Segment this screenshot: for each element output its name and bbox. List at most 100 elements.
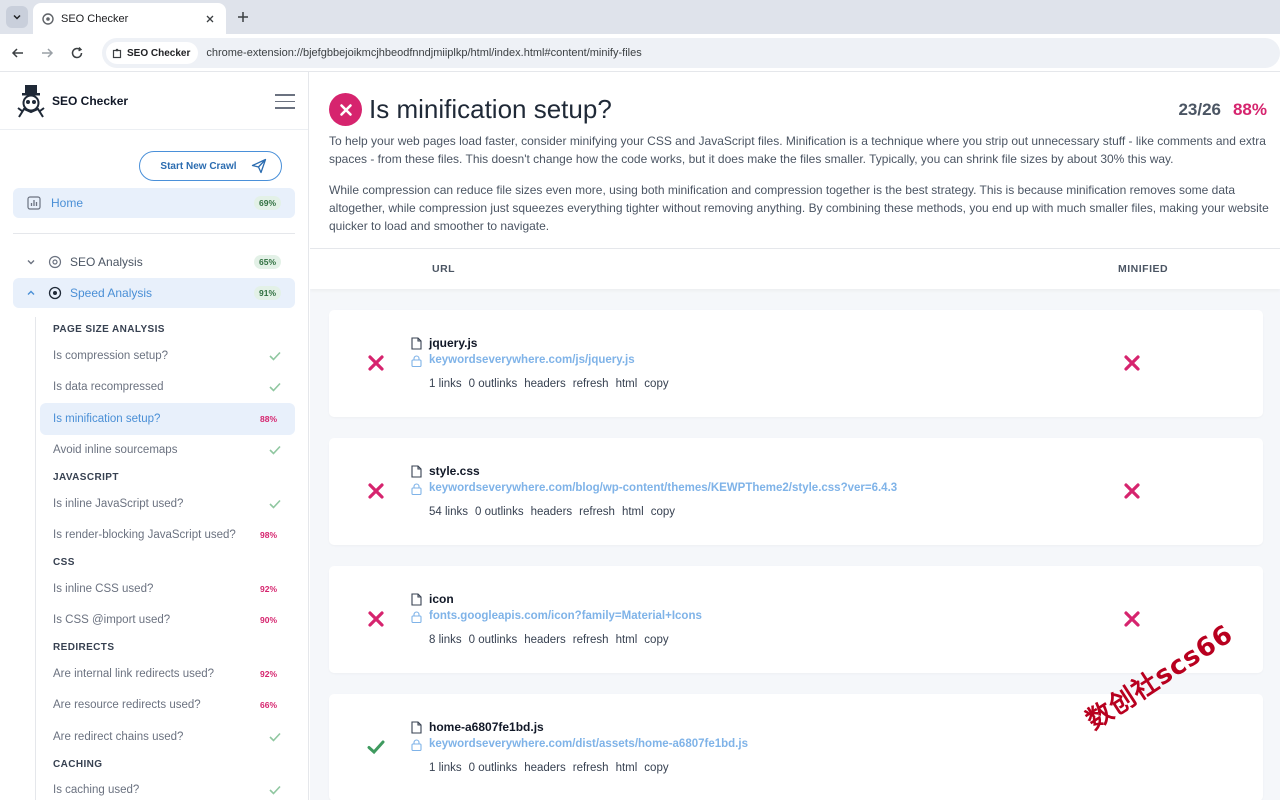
html-link[interactable]: html — [616, 634, 638, 646]
score-count: 23/26 — [1178, 100, 1221, 119]
sidebar-item-resource-redirects[interactable]: Are resource redirects used? 66% — [40, 690, 295, 722]
file-name: home-a6807fe1bd.js — [429, 720, 544, 734]
links-count[interactable]: 1 links — [429, 762, 462, 774]
description-paragraph: While compression can reduce file sizes … — [329, 183, 1269, 233]
sidebar-item-internal-redirects[interactable]: Are internal link redirects used? 92% — [40, 658, 295, 690]
sidebar-item-redirect-chains[interactable]: Are redirect chains used? — [40, 721, 295, 753]
browser-tab[interactable]: SEO Checker — [33, 3, 226, 34]
score-badge: 91% — [253, 286, 281, 300]
html-link[interactable]: html — [616, 762, 638, 774]
file-name: style.css — [429, 464, 480, 478]
file-name: jquery.js — [429, 336, 478, 350]
score-percent: 88% — [1232, 100, 1267, 119]
outlinks-count[interactable]: 0 outlinks — [469, 762, 518, 774]
check-icon — [269, 383, 281, 392]
score-badge: 65% — [253, 255, 281, 269]
logo-icon — [17, 84, 45, 118]
back-button[interactable] — [9, 44, 27, 62]
start-new-crawl-label: Start New Crawl — [160, 160, 237, 172]
sidebar-item-speed-analysis[interactable]: Speed Analysis 91% — [13, 278, 295, 308]
close-icon — [206, 15, 214, 22]
send-icon — [251, 158, 266, 174]
url-text[interactable]: chrome-extension://bjefgbbejoikmcjhbeodf… — [206, 47, 641, 59]
group-heading: CACHING — [53, 758, 103, 770]
score-badge: 88% — [259, 413, 277, 424]
new-tab-button[interactable] — [234, 8, 252, 26]
refresh-link[interactable]: refresh — [573, 634, 609, 646]
address-bar: SEO Checker chrome-extension://bjefgbbej… — [0, 34, 1280, 72]
refresh-link[interactable]: refresh — [573, 762, 609, 774]
forward-button[interactable] — [38, 44, 56, 62]
table-row: icon fonts.googleapis.com/icon?family=Ma… — [329, 566, 1263, 673]
outlinks-count[interactable]: 0 outlinks — [475, 506, 524, 518]
check-icon — [269, 351, 281, 361]
row-actions: 8 links 0 outlinks headers refresh html … — [429, 634, 669, 646]
copy-link[interactable]: copy — [644, 762, 668, 774]
table-row: jquery.js keywordseverywhere.com/js/jque… — [329, 310, 1263, 417]
reload-button[interactable] — [68, 44, 86, 62]
check-icon — [269, 732, 281, 742]
file-url-link[interactable]: keywordseverywhere.com/js/jquery.js — [429, 354, 635, 366]
menu-toggle-button[interactable] — [275, 94, 295, 109]
file-url-link[interactable]: keywordseverywhere.com/blog/wp-content/t… — [429, 482, 897, 494]
sidebar-item-compression[interactable]: Is compression setup? — [40, 340, 295, 372]
table-row: style.css keywordseverywhere.com/blog/wp… — [329, 438, 1263, 545]
group-heading: JAVASCRIPT — [53, 472, 119, 483]
html-link[interactable]: html — [622, 506, 644, 518]
fail-icon — [1124, 483, 1140, 499]
tab-title: SEO Checker — [61, 12, 129, 25]
headers-link[interactable]: headers — [531, 506, 573, 518]
score-badge: 92% — [259, 668, 277, 679]
group-heading: CSS — [53, 557, 75, 568]
sidebar-item-label: Avoid inline sourcemaps — [53, 444, 178, 457]
sidebar-item-minification[interactable]: Is minification setup? 88% — [40, 403, 295, 435]
headers-link[interactable]: headers — [524, 762, 566, 774]
sidebar-item-caching[interactable]: Is caching used? — [40, 775, 295, 800]
lock-icon — [411, 355, 422, 367]
sidebar-item-css-import[interactable]: Is CSS @import used? 90% — [40, 605, 295, 637]
headers-link[interactable]: headers — [524, 634, 566, 646]
page-header: Is minification setup? 23/26 88% To help… — [310, 72, 1280, 249]
row-actions: 54 links 0 outlinks headers refresh html… — [429, 506, 675, 518]
tab-search-button[interactable] — [6, 6, 28, 28]
sidebar-item-recompressed[interactable]: Is data recompressed — [40, 372, 295, 404]
sidebar-item-inline-js[interactable]: Is inline JavaScript used? — [40, 488, 295, 520]
links-count[interactable]: 8 links — [429, 634, 462, 646]
sidebar-item-sourcemaps[interactable]: Avoid inline sourcemaps — [40, 435, 295, 467]
refresh-link[interactable]: refresh — [579, 506, 615, 518]
sidebar-item-label: Is inline CSS used? — [53, 582, 154, 595]
hamburger-line — [275, 94, 295, 96]
sidebar-item-inline-css[interactable]: Is inline CSS used? 92% — [40, 573, 295, 605]
outlinks-count[interactable]: 0 outlinks — [469, 378, 518, 390]
start-new-crawl-button[interactable]: Start New Crawl — [139, 151, 282, 181]
check-icon — [269, 499, 281, 509]
links-count[interactable]: 1 links — [429, 378, 462, 390]
headers-link[interactable]: headers — [524, 378, 566, 390]
sidebar-item-home[interactable]: Home 69% — [13, 188, 295, 218]
file-icon — [411, 593, 422, 606]
sidebar-item-label: Speed Analysis — [70, 286, 153, 300]
file-url-link[interactable]: keywordseverywhere.com/dist/assets/home-… — [429, 738, 748, 750]
omnibox[interactable]: SEO Checker chrome-extension://bjefgbbej… — [102, 38, 1280, 68]
sidebar-item-seo-analysis[interactable]: SEO Analysis 65% — [13, 247, 295, 277]
chevron-up-icon — [27, 290, 35, 295]
copy-link[interactable]: copy — [644, 634, 668, 646]
extension-chip[interactable]: SEO Checker — [106, 42, 199, 64]
outlinks-count[interactable]: 0 outlinks — [469, 634, 518, 646]
chevron-down-icon — [13, 14, 21, 20]
hamburger-line — [275, 100, 295, 102]
reload-icon — [71, 47, 83, 59]
copy-link[interactable]: copy — [644, 378, 668, 390]
refresh-link[interactable]: refresh — [573, 378, 609, 390]
fail-icon — [368, 483, 384, 499]
close-tab-button[interactable] — [202, 11, 218, 27]
sidebar-item-render-blocking-js[interactable]: Is render-blocking JavaScript used? 98% — [40, 520, 295, 552]
group-heading: PAGE SIZE ANALYSIS — [53, 324, 165, 335]
links-count[interactable]: 54 links — [429, 506, 468, 518]
extension-chip-label: SEO Checker — [127, 47, 191, 59]
chevron-down-icon — [27, 260, 35, 265]
html-link[interactable]: html — [616, 378, 638, 390]
copy-link[interactable]: copy — [651, 506, 675, 518]
fail-status-icon — [329, 93, 362, 126]
file-url-link[interactable]: fonts.googleapis.com/icon?family=Materia… — [429, 610, 702, 622]
